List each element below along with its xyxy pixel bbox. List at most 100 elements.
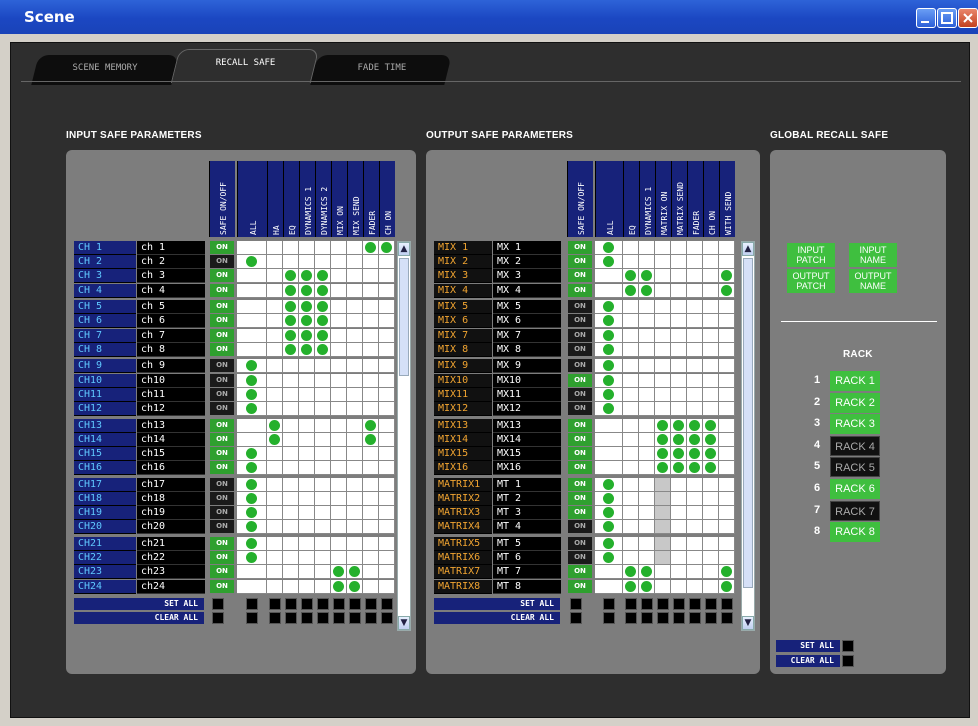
input-safe-toggle[interactable]: ON	[210, 314, 234, 328]
output-row-label[interactable]: MIX14	[434, 432, 492, 447]
output-param-cell[interactable]	[703, 520, 719, 535]
scroll-down-icon[interactable]: ▼	[398, 616, 410, 630]
input-param-cell[interactable]	[331, 477, 347, 492]
input-param-cell[interactable]	[379, 461, 395, 476]
output-param-cell[interactable]	[623, 461, 639, 476]
output-param-cell[interactable]	[719, 461, 735, 476]
input-param-cell[interactable]	[331, 387, 347, 402]
input-param-cell[interactable]	[283, 461, 299, 476]
output-param-cell[interactable]	[671, 461, 687, 476]
output-param-cell[interactable]	[719, 418, 735, 433]
input-row-label[interactable]: CH17	[74, 477, 136, 492]
input-param-cell[interactable]	[315, 579, 331, 594]
output-param-cell[interactable]	[687, 492, 703, 506]
input-safe-toggle[interactable]: ON	[210, 269, 234, 283]
input-param-cell[interactable]	[315, 551, 331, 566]
output-param-cell[interactable]	[719, 432, 735, 447]
output-param-cell[interactable]	[623, 432, 639, 447]
input-row-label[interactable]: CH20	[74, 520, 136, 535]
output-param-cell[interactable]	[639, 492, 655, 506]
output-param-cell[interactable]	[623, 418, 639, 433]
input-param-cell[interactable]	[237, 537, 267, 551]
output-name-button[interactable]: OUTPUT NAME	[849, 269, 897, 293]
output-param-cell[interactable]	[687, 565, 703, 580]
input-param-cell[interactable]	[237, 314, 267, 329]
output-set-all-indicator[interactable]	[625, 597, 637, 610]
output-row-label[interactable]: MATRIX8	[434, 579, 492, 594]
input-param-cell[interactable]	[267, 447, 283, 461]
output-param-cell[interactable]	[719, 387, 735, 402]
input-safe-toggle[interactable]: ON	[210, 418, 234, 432]
output-param-cell[interactable]	[595, 255, 623, 270]
input-param-cell[interactable]	[237, 477, 267, 492]
input-param-cell[interactable]	[299, 255, 315, 270]
output-param-cell[interactable]	[687, 283, 703, 298]
output-param-cell[interactable]	[655, 373, 671, 388]
input-name-button[interactable]: INPUT NAME	[849, 243, 897, 267]
output-param-cell[interactable]	[595, 579, 623, 594]
input-row-label[interactable]: CH 6	[74, 314, 136, 329]
input-param-cell[interactable]	[379, 359, 395, 374]
output-param-cell[interactable]	[671, 477, 687, 492]
output-param-cell[interactable]	[655, 402, 671, 416]
output-param-cell[interactable]	[687, 373, 703, 388]
input-param-cell[interactable]	[347, 359, 363, 374]
output-param-cell[interactable]	[639, 359, 655, 374]
output-param-cell[interactable]	[703, 300, 719, 315]
input-param-cell[interactable]	[299, 492, 315, 506]
output-param-cell[interactable]	[719, 447, 735, 461]
input-param-cell[interactable]	[299, 418, 315, 433]
output-clear-all-indicator[interactable]	[689, 611, 701, 624]
output-param-cell[interactable]	[703, 506, 719, 521]
input-param-cell[interactable]	[267, 461, 283, 476]
output-param-cell[interactable]	[639, 461, 655, 476]
global-clear-all-button[interactable]: CLEAR ALL	[776, 655, 840, 667]
output-param-cell[interactable]	[655, 300, 671, 315]
input-row-label[interactable]: CH11	[74, 387, 136, 402]
output-param-cell[interactable]	[639, 551, 655, 566]
rack-5-button[interactable]: RACK 5	[830, 457, 880, 478]
output-row-label[interactable]: MATRIX6	[434, 551, 492, 566]
output-clear-all-indicator[interactable]	[657, 611, 669, 624]
input-param-cell[interactable]	[379, 579, 395, 594]
output-param-cell[interactable]	[595, 477, 623, 492]
output-param-cell[interactable]	[655, 447, 671, 461]
input-param-cell[interactable]	[379, 477, 395, 492]
output-param-cell[interactable]	[623, 241, 639, 255]
tab-recall-safe[interactable]: RECALL SAFE	[170, 49, 320, 83]
output-param-cell[interactable]	[719, 342, 735, 357]
input-param-cell[interactable]	[283, 314, 299, 329]
input-param-cell[interactable]	[299, 520, 315, 535]
output-param-cell[interactable]	[671, 565, 687, 580]
input-param-cell[interactable]	[315, 314, 331, 329]
input-param-cell[interactable]	[283, 551, 299, 566]
global-clear-all-indicator[interactable]	[842, 655, 854, 667]
output-param-cell[interactable]	[595, 506, 623, 521]
output-param-cell[interactable]	[703, 283, 719, 298]
output-param-cell[interactable]	[687, 506, 703, 521]
input-param-cell[interactable]	[379, 520, 395, 535]
output-param-cell[interactable]	[671, 520, 687, 535]
input-param-cell[interactable]	[237, 283, 267, 298]
output-param-cell[interactable]	[719, 579, 735, 594]
input-param-cell[interactable]	[299, 477, 315, 492]
input-safe-toggle[interactable]: ON	[210, 461, 234, 475]
output-param-cell[interactable]	[719, 283, 735, 298]
output-param-cell[interactable]	[655, 269, 671, 284]
output-param-cell[interactable]	[639, 579, 655, 594]
input-param-cell[interactable]	[237, 461, 267, 476]
output-row-label[interactable]: MATRIX2	[434, 492, 492, 506]
input-param-cell[interactable]	[267, 418, 283, 433]
input-param-cell[interactable]	[379, 506, 395, 521]
global-set-all-button[interactable]: SET ALL	[776, 640, 840, 652]
input-param-cell[interactable]	[267, 255, 283, 270]
output-clear-all-indicator[interactable]	[603, 611, 615, 624]
output-param-cell[interactable]	[719, 402, 735, 416]
output-param-cell[interactable]	[655, 461, 671, 476]
output-param-cell[interactable]	[719, 565, 735, 580]
input-param-cell[interactable]	[347, 241, 363, 255]
output-param-cell[interactable]	[595, 342, 623, 357]
output-param-cell[interactable]	[639, 537, 655, 551]
output-param-cell[interactable]	[639, 269, 655, 284]
input-set-all-indicator[interactable]	[333, 597, 345, 610]
